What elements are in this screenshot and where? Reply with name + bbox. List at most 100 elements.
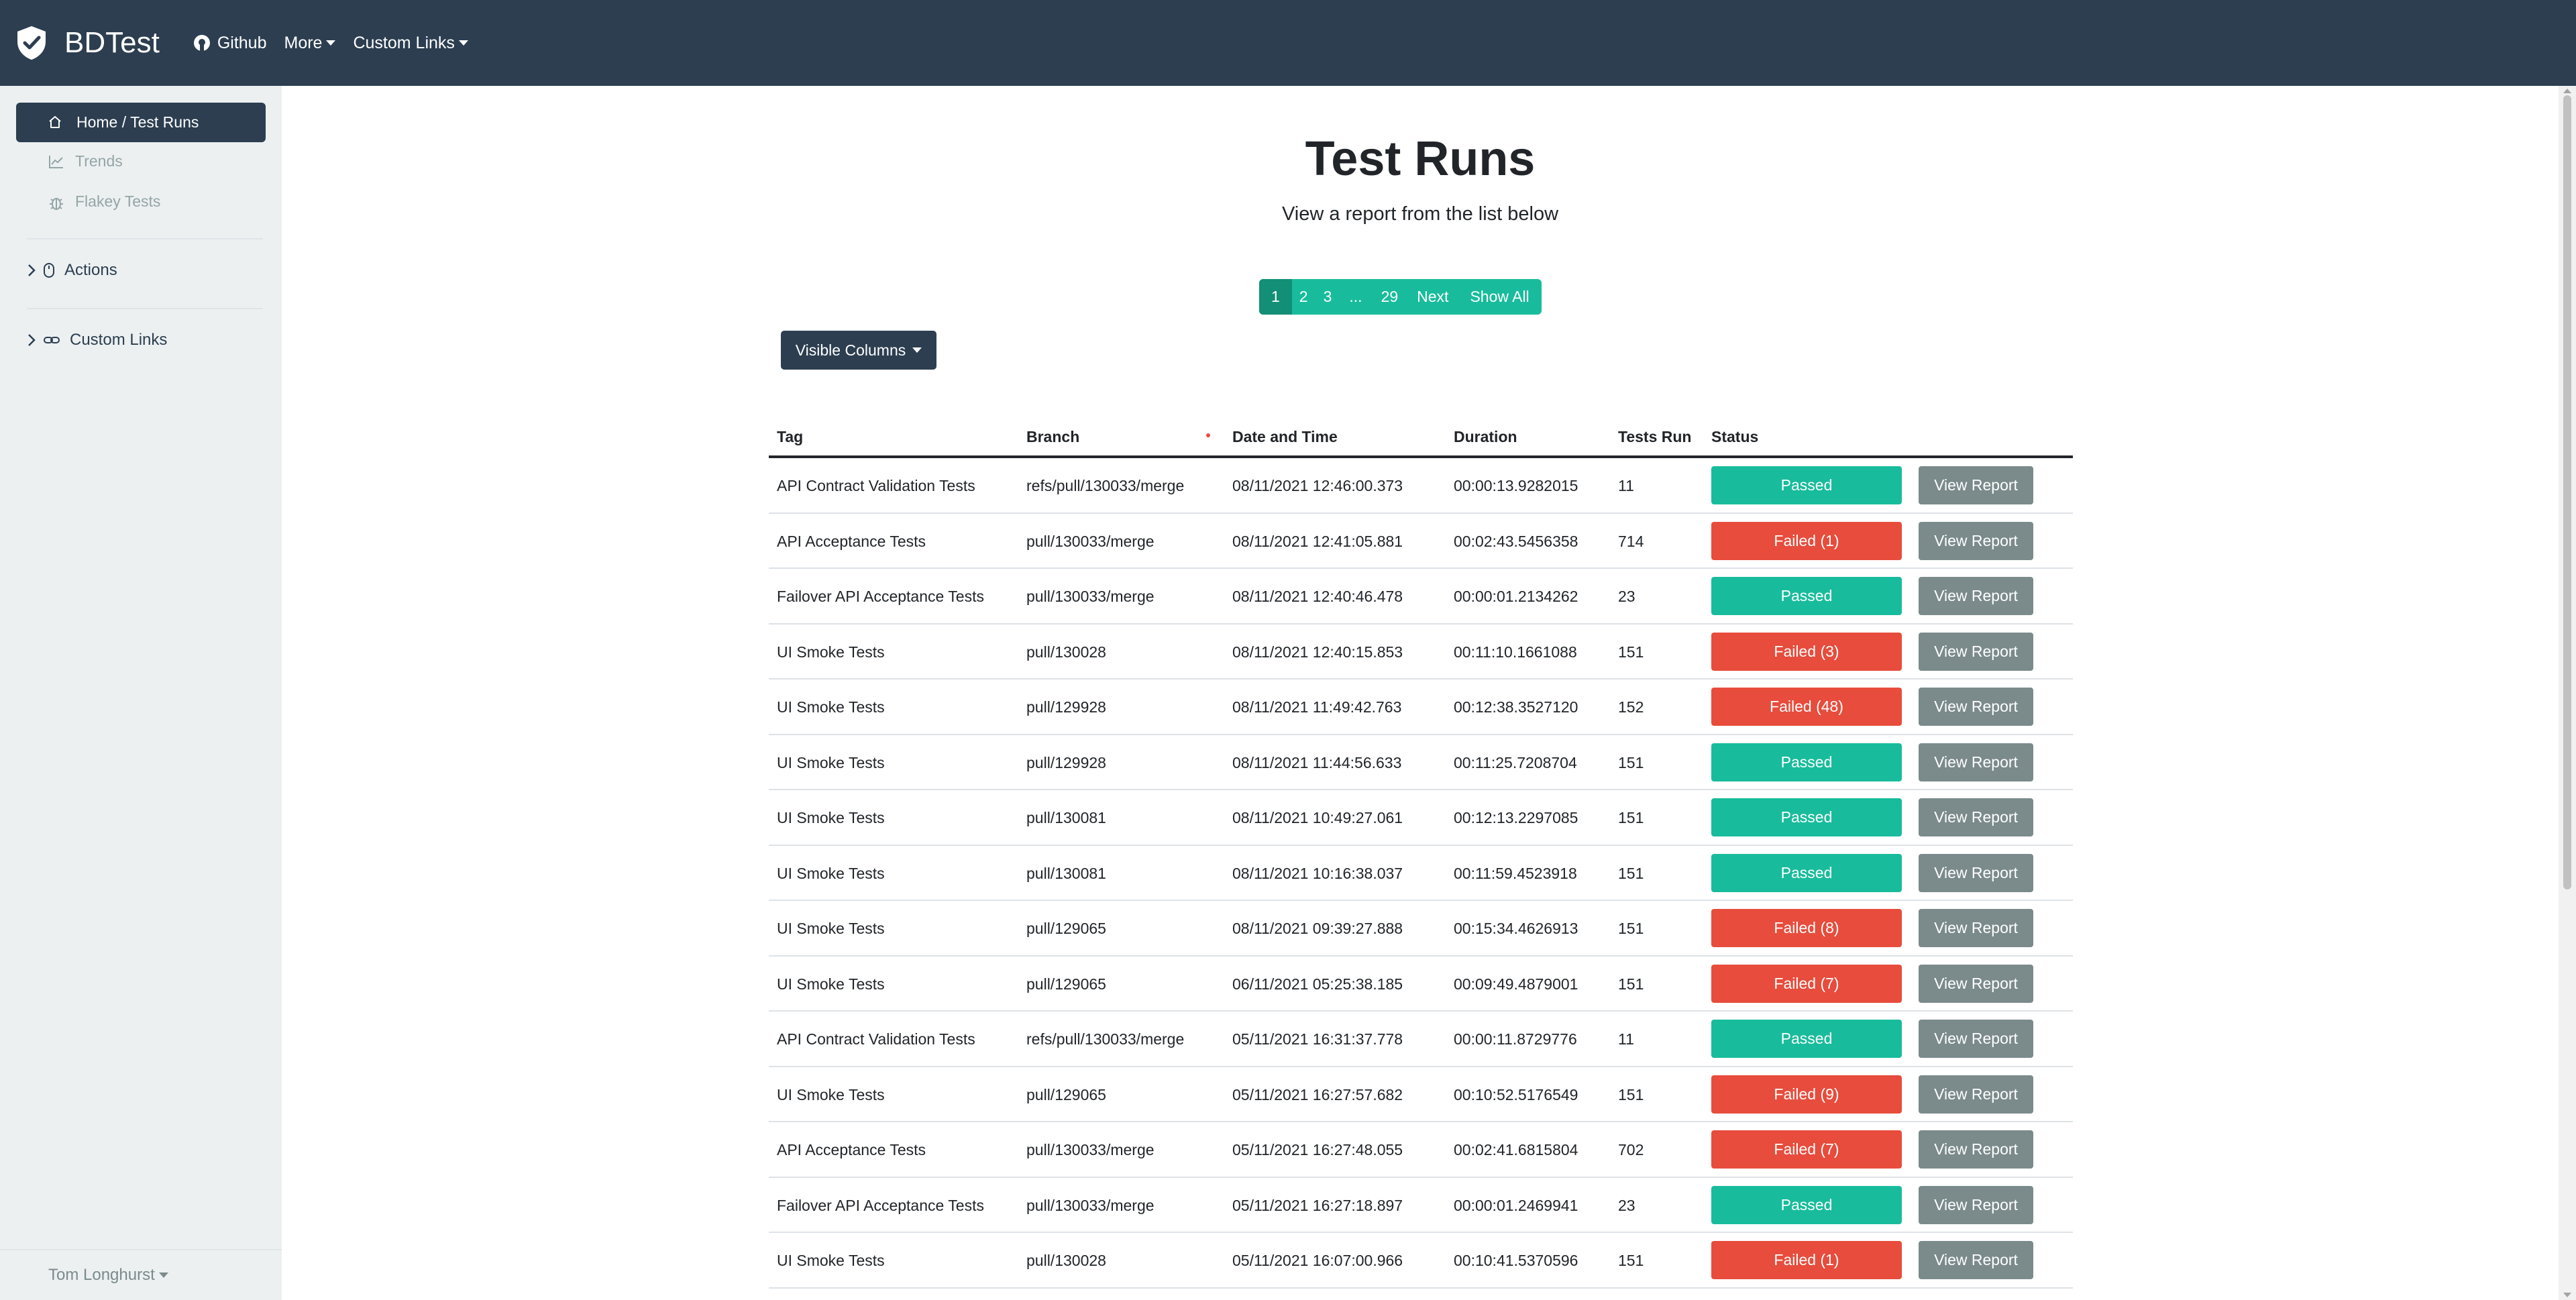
column-header-date[interactable]: Date and Time	[1232, 428, 1338, 446]
view-report-button[interactable]: View Report	[1919, 743, 2033, 781]
cell-branch: pull/130081	[1026, 864, 1106, 882]
visible-columns-dropdown[interactable]: Visible Columns	[781, 331, 936, 370]
sidebar-item-flakey-tests[interactable]: Flakey Tests	[50, 193, 161, 211]
view-report-button[interactable]: View Report	[1919, 1130, 2033, 1169]
column-header-status[interactable]: Status	[1711, 428, 1758, 446]
nav-more-dropdown[interactable]: More	[284, 34, 336, 53]
page-2-button[interactable]: 2	[1292, 279, 1316, 315]
view-report-button[interactable]: View Report	[1919, 1241, 2033, 1279]
sidebar-group-actions[interactable]: Actions	[27, 261, 117, 280]
cell-tag: UI Smoke Tests	[777, 809, 885, 826]
table-row: UI Smoke Tests pull/129065 08/11/2021 09:3…	[769, 901, 2073, 957]
sidebar-group-custom-links[interactable]: Custom Links	[27, 331, 167, 349]
cell-date-time: 08/11/2021 12:40:15.853	[1232, 643, 1403, 661]
cell-tests-run: 151	[1618, 975, 1644, 993]
table-row: Failover API Acceptance Tests pull/130033…	[769, 569, 2073, 625]
view-report-button[interactable]: View Report	[1919, 1075, 2033, 1114]
column-header-tag[interactable]: Tag	[777, 428, 803, 446]
status-badge: Passed	[1711, 743, 1902, 781]
table-row: UI Smoke Tests pull/130028 08/11/2021 12:4…	[769, 625, 2073, 680]
cell-date-time: 05/11/2021 16:27:48.055	[1232, 1141, 1403, 1158]
page-1-button[interactable]: 1	[1259, 279, 1292, 315]
cell-branch: pull/129065	[1026, 1085, 1106, 1103]
page-3-button[interactable]: 3	[1316, 279, 1340, 315]
table-row: UI Smoke Tests pull/130028 05/11/2021 16:0…	[769, 1233, 2073, 1289]
cell-date-time: 05/11/2021 16:07:00.966	[1232, 1252, 1403, 1269]
table-row: API Contract Validation Tests refs/pull/1…	[769, 458, 2073, 514]
caret-down-icon	[458, 40, 468, 46]
view-report-button[interactable]: View Report	[1919, 688, 2033, 726]
sidebar-item-trends[interactable]: Trends	[49, 152, 123, 170]
page-next-button[interactable]: Next	[1407, 279, 1458, 315]
cell-date-time: 06/11/2021 05:25:38.185	[1232, 975, 1403, 993]
cell-branch: pull/129928	[1026, 698, 1106, 716]
column-header-tests-run[interactable]: Tests Run	[1618, 428, 1691, 446]
view-report-button[interactable]: View Report	[1919, 466, 2033, 504]
status-badge: Passed	[1711, 466, 1902, 504]
nav-github-link[interactable]: Github	[193, 34, 267, 53]
cell-date-time: 08/11/2021 09:39:27.888	[1232, 920, 1403, 937]
cell-tag: UI Smoke Tests	[777, 975, 885, 993]
brand[interactable]: BDTest	[16, 25, 160, 60]
status-badge: Failed (1)	[1711, 521, 1902, 560]
cell-tests-run: 151	[1618, 809, 1644, 826]
cell-date-time: 08/11/2021 10:16:38.037	[1232, 864, 1403, 882]
view-report-button[interactable]: View Report	[1919, 521, 2033, 560]
user-menu[interactable]: Tom Longhurst	[0, 1249, 282, 1300]
cell-duration: 00:02:43.5456358	[1454, 532, 1578, 550]
cell-duration: 00:10:52.5176549	[1454, 1085, 1578, 1103]
shield-check-icon	[17, 26, 46, 60]
status-badge: Failed (8)	[1711, 909, 1902, 947]
caret-down-icon	[158, 1272, 168, 1278]
table-row: UI Smoke Tests pull/129928 08/11/2021 11:4…	[769, 735, 2073, 790]
cell-tag: API Acceptance Tests	[777, 1141, 926, 1158]
sidebar-group-custom-links-label: Custom Links	[70, 331, 168, 349]
sidebar-item-home[interactable]: Home / Test Runs	[16, 103, 266, 142]
cell-tag: UI Smoke Tests	[777, 753, 885, 771]
cell-tests-run: 714	[1618, 532, 1644, 550]
view-report-button[interactable]: View Report	[1919, 853, 2033, 892]
column-header-branch[interactable]: Branch	[1026, 428, 1079, 446]
cell-date-time: 05/11/2021 16:31:37.778	[1232, 1030, 1403, 1048]
column-header-duration[interactable]: Duration	[1454, 428, 1517, 446]
cell-tests-run: 23	[1618, 588, 1635, 605]
page-29-button[interactable]: 29	[1372, 279, 1408, 315]
view-report-button[interactable]: View Report	[1919, 632, 2033, 671]
sidebar-item-flakey-tests-label: Flakey Tests	[75, 193, 161, 210]
top-navbar: BDTest Github More Custom Links	[0, 0, 2576, 86]
nav-custom-links-dropdown[interactable]: Custom Links	[353, 34, 468, 53]
page-ellipsis: ...	[1349, 288, 1362, 305]
github-icon	[193, 35, 210, 52]
cell-tag: Failover API Acceptance Tests	[777, 1196, 984, 1214]
sidebar-group-actions-label: Actions	[64, 261, 117, 279]
caret-down-icon	[326, 40, 336, 46]
page-scrollbar[interactable]	[2559, 86, 2576, 1300]
view-report-button[interactable]: View Report	[1919, 909, 2033, 947]
cell-duration: 00:11:59.4523918	[1454, 864, 1577, 882]
scrollbar-thumb[interactable]	[2563, 95, 2571, 889]
status-badge: Passed	[1711, 853, 1902, 892]
cell-date-time: 08/11/2021 12:41:05.881	[1232, 532, 1403, 550]
visible-columns-label: Visible Columns	[795, 341, 906, 359]
view-report-button[interactable]: View Report	[1919, 798, 2033, 836]
cell-tests-run: 11	[1618, 1030, 1634, 1048]
view-report-button[interactable]: View Report	[1919, 1185, 2033, 1224]
cell-branch: refs/pull/130033/merge	[1026, 477, 1185, 494]
scroll-down-icon[interactable]	[2563, 1293, 2571, 1297]
status-badge: Failed (7)	[1711, 964, 1902, 1003]
brand-name: BDTest	[64, 26, 160, 59]
status-badge: Passed	[1711, 1185, 1902, 1224]
cell-branch: refs/pull/130033/merge	[1026, 1030, 1185, 1048]
view-report-button[interactable]: View Report	[1919, 964, 2033, 1003]
page-show-all-button[interactable]: Show All	[1458, 279, 1541, 315]
cell-tests-run: 23	[1618, 1196, 1635, 1214]
nav-custom-links-label: Custom Links	[353, 33, 455, 52]
cell-duration: 00:10:41.5370596	[1454, 1252, 1578, 1269]
sidebar-divider	[27, 308, 263, 309]
table-header: Tag Branch Date and Time Duration Tests …	[769, 423, 2073, 458]
view-report-button[interactable]: View Report	[1919, 577, 2033, 615]
scroll-up-icon[interactable]	[2563, 89, 2571, 93]
view-report-button[interactable]: View Report	[1919, 1020, 2033, 1058]
table-row: API Contract Validation Tests refs/pull/1…	[769, 1012, 2073, 1067]
sidebar-divider	[27, 238, 263, 239]
